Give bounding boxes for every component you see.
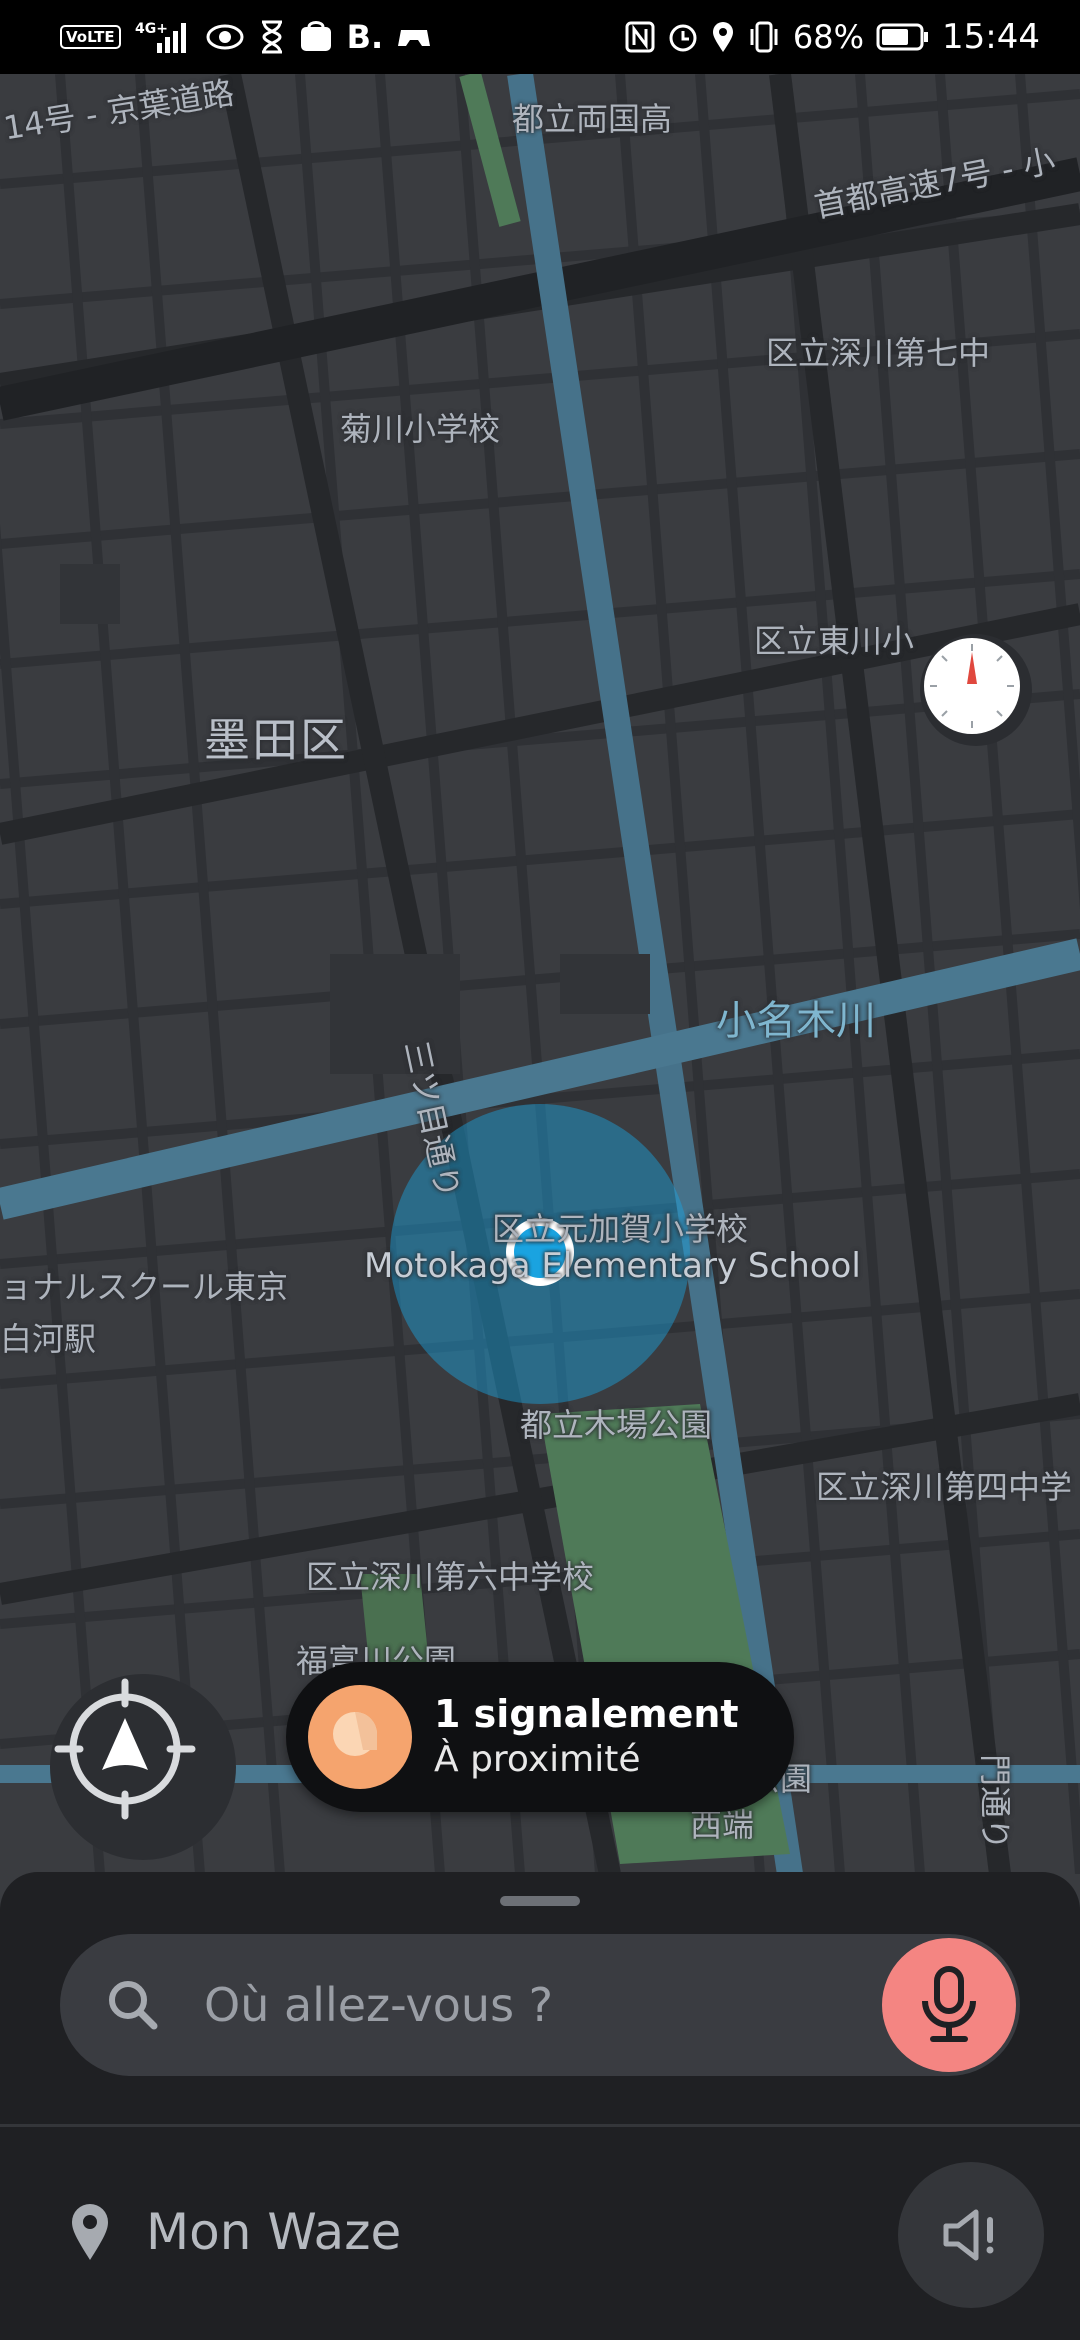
recenter-button[interactable] bbox=[50, 1674, 236, 1860]
map-label-motokaga-en: Motokaga Elementary School bbox=[364, 1246, 861, 1286]
map-label-higashikawa: 区立東川小 bbox=[754, 622, 915, 660]
map-label-sumida-ku: 墨田区 bbox=[204, 713, 348, 767]
status-bar: VoLTE 4G+ B. 68% 15:44 bbox=[0, 0, 1080, 74]
map-label-fukagawa4: 区立深川第四中学 bbox=[816, 1468, 1073, 1506]
map-label-fukagawa6: 区立深川第六中学校 bbox=[306, 1558, 595, 1596]
nfc-icon bbox=[625, 21, 655, 53]
speaker-alert-icon bbox=[943, 2209, 994, 2261]
eye-icon bbox=[205, 23, 245, 51]
voice-search-button[interactable] bbox=[882, 1938, 1016, 2072]
report-text: 1 signalement À proximité bbox=[434, 1691, 739, 1783]
report-subtitle: À proximité bbox=[434, 1739, 641, 1780]
map-label-shirakawa: 白河駅 bbox=[0, 1320, 97, 1358]
carrier-letter: B. bbox=[346, 18, 384, 56]
report-bubble-icon bbox=[308, 1685, 412, 1789]
vibrate-icon bbox=[747, 21, 781, 53]
map-label-monzen: 門通り bbox=[976, 1754, 1014, 1851]
map-label-onagigawa: 小名木川 bbox=[716, 998, 876, 1044]
sheet-drag-handle[interactable] bbox=[500, 1896, 580, 1906]
map-view[interactable]: 14号 - 京葉道路 都立両国高 首都高速7号 - 小 区立深川第七中 菊川小学… bbox=[0, 74, 1080, 1874]
volte-badge: VoLTE bbox=[60, 25, 121, 49]
game-icon bbox=[397, 22, 431, 52]
battery-icon bbox=[876, 23, 930, 51]
search-icon bbox=[104, 1976, 162, 2038]
signal-icon: 4G+ bbox=[135, 19, 191, 55]
search-input[interactable]: Où allez-vous ? bbox=[204, 1978, 553, 2032]
map-label-kikukawa: 菊川小学校 bbox=[340, 410, 501, 448]
search-bar[interactable]: Où allez-vous ? bbox=[60, 1934, 1020, 2076]
bottom-sheet[interactable]: Où allez-vous ? Mon Waze bbox=[0, 1872, 1080, 2340]
microphone-icon bbox=[922, 1966, 976, 2042]
battery-percent: 68% bbox=[792, 18, 865, 56]
nearby-report-pill[interactable]: 1 signalement À proximité bbox=[286, 1662, 794, 1812]
map-label-intl-school: ョナルスクール東京 bbox=[0, 1268, 289, 1306]
speedometer-icon bbox=[924, 638, 1020, 734]
my-waze-link[interactable]: Mon Waze bbox=[70, 2192, 401, 2272]
alarm-icon bbox=[667, 21, 699, 53]
location-pin-icon bbox=[72, 2204, 108, 2260]
my-waze-label: Mon Waze bbox=[146, 2203, 402, 2261]
report-title: 1 signalement bbox=[434, 1692, 739, 1736]
location-pin-icon bbox=[711, 21, 735, 53]
map-label-fukagawa7: 区立深川第七中 bbox=[766, 334, 991, 372]
sound-settings-button[interactable] bbox=[898, 2162, 1044, 2308]
sheet-divider bbox=[0, 2124, 1080, 2127]
crosshair-navigation-icon bbox=[54, 1678, 196, 1820]
network-type-label: 4G+ bbox=[135, 21, 168, 37]
huawei-app-icon bbox=[299, 21, 333, 53]
clock-time: 15:44 bbox=[942, 17, 1040, 57]
map-label-kiba-park: 都立木場公園 bbox=[520, 1406, 713, 1444]
map-label-ryogoku-high: 都立両国高 bbox=[512, 100, 673, 138]
speedometer-button[interactable] bbox=[920, 634, 1032, 746]
map-label-motokaga-jp: 区立元加賀小学校 bbox=[492, 1210, 749, 1248]
hourglass-icon bbox=[259, 20, 285, 54]
